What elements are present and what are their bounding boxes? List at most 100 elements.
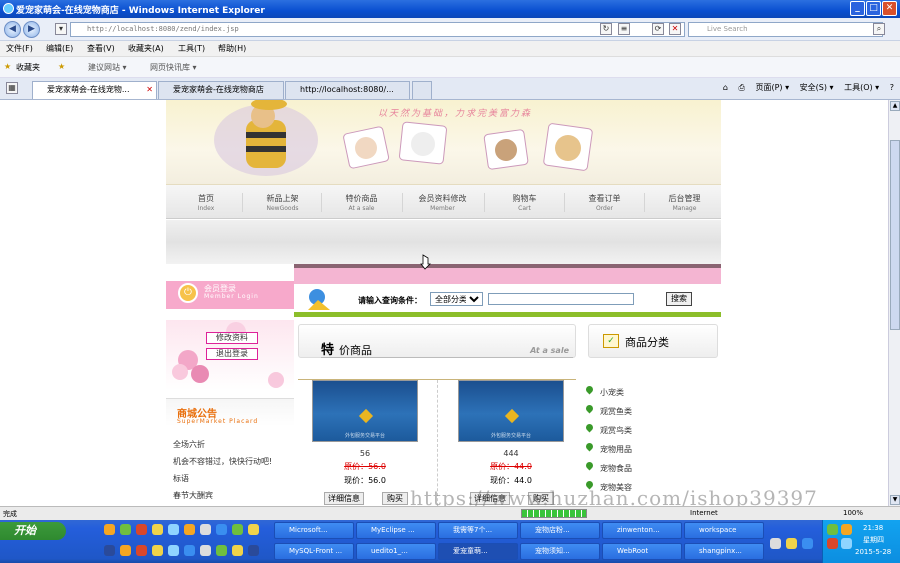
start-button[interactable]: 开始 <box>0 522 66 540</box>
search-input[interactable] <box>488 293 634 305</box>
taskbar-button[interactable]: WebRoot <box>602 543 682 560</box>
scroll-up-arrow[interactable]: ▲ <box>890 101 900 111</box>
quicklaunch-icon[interactable] <box>152 545 163 556</box>
logout-button[interactable]: 退出登录 <box>206 348 258 360</box>
address-input[interactable]: http://localhost:8080/zend/index.jsp <box>70 22 685 37</box>
category-select[interactable]: 全部分类 <box>430 292 483 306</box>
quicklaunch-icon[interactable] <box>136 545 147 556</box>
safety-menu[interactable]: 安全(S) ▾ <box>800 83 834 92</box>
product-detail-button[interactable]: 详细信息 <box>324 492 364 505</box>
quicklaunch-icon[interactable] <box>248 545 259 556</box>
quicklaunch-icon[interactable] <box>200 545 211 556</box>
favorites-button[interactable]: 收藏夹 <box>16 62 40 73</box>
quicklaunch-icon[interactable] <box>184 545 195 556</box>
notice-item[interactable]: 春节大酬宾 <box>173 490 213 501</box>
tab-1[interactable]: 爱宠家萌会-在线宠物... ✕ <box>32 81 157 99</box>
stop-icon[interactable]: ✕ <box>669 23 681 35</box>
tray-icon[interactable] <box>841 524 852 535</box>
quicklaunch-icon[interactable] <box>168 545 179 556</box>
category-item[interactable]: 观赏鱼类 <box>600 406 632 417</box>
search-icon[interactable]: ⌕ <box>873 23 885 35</box>
vertical-scrollbar[interactable]: ▲ ▼ <box>888 100 900 506</box>
nav-index[interactable]: 首页 Index <box>166 193 246 212</box>
notice-item[interactable]: 机会不容错过，快快行动吧! <box>173 456 272 467</box>
category-item[interactable]: 宠物用品 <box>600 444 632 455</box>
menu-tools[interactable]: 工具(T) <box>178 43 205 54</box>
nav-new-goods[interactable]: 新品上架 NewGoods <box>242 193 322 212</box>
tools-menu[interactable]: 工具(O) ▾ <box>844 83 879 92</box>
quicklaunch-icon[interactable] <box>232 524 243 535</box>
minimize-button[interactable]: _ <box>850 1 865 16</box>
quick-tabs-icon[interactable]: ▦ <box>6 82 18 94</box>
quicklaunch-icon[interactable] <box>216 524 227 535</box>
taskbar-button[interactable]: MyEclipse ... <box>356 522 436 539</box>
print-icon[interactable]: ⎙ <box>739 83 745 92</box>
forward-button[interactable]: ▶ <box>23 21 40 38</box>
quicklaunch-icon[interactable] <box>216 545 227 556</box>
quicklaunch-icon[interactable] <box>120 545 131 556</box>
nav-sale[interactable]: 特价商品 At a sale <box>321 193 401 212</box>
scroll-down-arrow[interactable]: ▼ <box>890 495 900 505</box>
quicklaunch-icon[interactable] <box>184 524 195 535</box>
zoom-level[interactable]: 100% <box>843 509 863 517</box>
tab-2[interactable]: 爱宠家萌会-在线宠物商店 <box>158 81 284 99</box>
close-window-button[interactable]: ✕ <box>882 1 897 16</box>
nav-cart[interactable]: 购物车 Cart <box>484 193 564 212</box>
product-buy-button[interactable]: 购买 <box>382 492 408 505</box>
live-search-input[interactable]: Live Search <box>688 22 883 37</box>
back-button[interactable]: ◀ <box>4 21 21 38</box>
compat-view-icon[interactable]: ↻ <box>600 23 612 35</box>
taskbar-button[interactable]: MySQL-Front ... <box>274 543 354 560</box>
product-image[interactable]: 外包服务交易平台 <box>312 380 418 442</box>
notice-item[interactable]: 全场六折 <box>173 439 205 450</box>
menu-file[interactable]: 文件(F) <box>6 43 33 54</box>
tray-icon[interactable] <box>802 538 813 549</box>
taskbar-button[interactable]: shangpinx... <box>684 543 764 560</box>
recent-pages-icon[interactable]: ▾ <box>55 23 67 35</box>
taskbar-button[interactable]: 宠物店粉... <box>520 522 600 539</box>
page-menu[interactable]: 页面(P) ▾ <box>755 83 789 92</box>
scroll-thumb[interactable] <box>890 140 900 330</box>
nav-member[interactable]: 会员资料修改 Member <box>402 193 482 212</box>
quicklaunch-icon[interactable] <box>136 524 147 535</box>
window-titlebar[interactable]: 爱宠家萌会-在线宠物商店 - Windows Internet Explorer… <box>0 0 900 18</box>
new-tab-button[interactable] <box>412 81 432 99</box>
edit-profile-button[interactable]: 修改资料 <box>206 332 258 344</box>
search-button[interactable]: 搜索 <box>666 292 692 306</box>
quicklaunch-icon[interactable] <box>152 524 163 535</box>
quicklaunch-icon[interactable] <box>200 524 211 535</box>
web-slice-gallery-link[interactable]: 网页快讯库 ▾ <box>150 62 197 73</box>
menu-favorites[interactable]: 收藏夹(A) <box>128 43 164 54</box>
category-item[interactable]: 小宠类 <box>600 387 624 398</box>
add-favorite-icon[interactable]: ★ <box>58 62 65 71</box>
close-tab-icon[interactable]: ✕ <box>146 82 153 98</box>
clock-time[interactable]: 21:38 <box>863 524 883 532</box>
nav-manage[interactable]: 后台管理 Manage <box>644 193 724 212</box>
quicklaunch-icon[interactable] <box>104 545 115 556</box>
menu-help[interactable]: 帮助(H) <box>218 43 246 54</box>
quicklaunch-icon[interactable] <box>248 524 259 535</box>
menu-view[interactable]: 查看(V) <box>87 43 115 54</box>
taskbar-button[interactable]: zinwenton... <box>602 522 682 539</box>
quicklaunch-icon[interactable] <box>232 545 243 556</box>
tray-icon[interactable] <box>841 538 852 549</box>
product-image[interactable]: 外包服务交易平台 <box>458 380 564 442</box>
quicklaunch-icon[interactable] <box>104 524 115 535</box>
nav-order[interactable]: 查看订单 Order <box>564 193 644 212</box>
home-icon[interactable]: ⌂ <box>723 83 728 92</box>
tab-3[interactable]: http://localhost:8080/... <box>285 81 410 99</box>
taskbar-button[interactable]: 我需等7个... <box>438 522 518 539</box>
taskbar-button[interactable]: Microsoft... <box>274 522 354 539</box>
tray-icon[interactable] <box>827 538 838 549</box>
keyboard-icon[interactable] <box>770 538 781 549</box>
category-item[interactable]: 宠物食品 <box>600 463 632 474</box>
taskbar-button[interactable]: workspace <box>684 522 764 539</box>
suggested-sites-link[interactable]: 建议网站 ▾ <box>88 62 127 73</box>
taskbar-button-active[interactable]: 爱宠童萌... <box>438 543 518 560</box>
refresh-icon[interactable]: ⟳ <box>652 23 664 35</box>
menu-edit[interactable]: 编辑(E) <box>46 43 73 54</box>
quicklaunch-icon[interactable] <box>120 524 131 535</box>
category-item[interactable]: 观赏鸟类 <box>600 425 632 436</box>
maximize-button[interactable]: □ <box>866 1 881 16</box>
taskbar-button[interactable]: uedito1_... <box>356 543 436 560</box>
